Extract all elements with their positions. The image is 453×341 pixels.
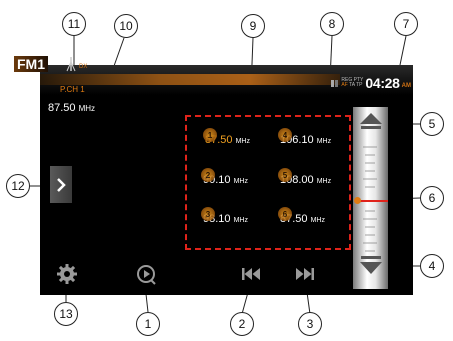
scan-play-icon[interactable] (135, 263, 157, 285)
gear-icon[interactable] (56, 263, 78, 285)
radio-manual-page: REG PTY AF TA TP 04:28 AM FM1 DX P.CH 1 … (0, 0, 453, 341)
current-frequency-unit: MHz (78, 104, 96, 113)
preset-channel-label: P.CH 1 (60, 85, 85, 94)
side-menu-button[interactable] (50, 166, 72, 203)
dx-label: DX (79, 64, 88, 70)
preset-button-5[interactable]: 5 108.00 MHz (278, 168, 332, 186)
current-frequency: 87.50 MHz (48, 102, 95, 114)
rds-ta-tp: TA TP (349, 82, 363, 88)
preset-number-badge: 1 (203, 128, 217, 142)
callout-4: 4 (420, 254, 444, 278)
callout-3: 3 (298, 312, 322, 336)
callout-13: 13 (54, 302, 78, 326)
tuning-indicator-knob[interactable] (354, 197, 361, 204)
callout-12: 12 (6, 174, 30, 198)
callout-8: 8 (320, 12, 344, 36)
preset-button-1[interactable]: 1 87.50 MHz (203, 128, 250, 146)
preset-button-6[interactable]: 6 87.50 MHz (278, 207, 325, 225)
rds-af: AF (341, 82, 348, 88)
band-label[interactable]: FM1 (14, 56, 48, 72)
preset-number-badge: 6 (278, 207, 292, 221)
callout-10: 10 (114, 14, 138, 38)
callout-7: 7 (394, 12, 418, 36)
skip-next-icon[interactable] (294, 263, 316, 285)
clock: 04:28 (365, 75, 400, 91)
rds-indicators: REG PTY AF TA TP (341, 78, 363, 88)
rds-icon (331, 79, 339, 87)
callout-2: 2 (230, 312, 254, 336)
skip-previous-icon[interactable] (240, 263, 262, 285)
preset-button-3[interactable]: 3 98.10 MHz (201, 207, 248, 225)
preset-button-2[interactable]: 2 90.10 MHz (201, 168, 248, 186)
callout-9: 9 (241, 14, 265, 38)
preset-unit: MHz (233, 217, 248, 224)
current-frequency-value: 87.50 (48, 102, 76, 114)
status-area: REG PTY AF TA TP 04:28 AM (331, 75, 411, 91)
preset-button-4[interactable]: 4 106.10 MHz (278, 128, 332, 146)
callout-6: 6 (420, 186, 444, 210)
callout-5: 5 (420, 112, 444, 136)
tune-down-arrow-icon[interactable] (358, 252, 384, 276)
callout-1: 1 (136, 312, 160, 336)
callout-11: 11 (62, 12, 86, 36)
status-bar-glow (40, 74, 340, 85)
preset-number-badge: 5 (278, 168, 292, 182)
tune-up-arrow-icon[interactable] (358, 112, 384, 134)
antenna-icon (66, 57, 76, 72)
preset-number-badge: 2 (201, 168, 215, 182)
preset-unit: MHz (233, 178, 248, 185)
preset-number-badge: 3 (201, 207, 215, 221)
preset-unit: MHz (316, 178, 332, 185)
chevron-right-icon (57, 177, 66, 192)
status-bar: REG PTY AF TA TP 04:28 AM (40, 65, 413, 95)
preset-unit: MHz (235, 138, 250, 145)
clock-ampm: AM (401, 83, 411, 89)
preset-unit: MHz (310, 217, 325, 224)
preset-unit: MHz (316, 138, 332, 145)
preset-number-badge: 4 (278, 128, 292, 142)
